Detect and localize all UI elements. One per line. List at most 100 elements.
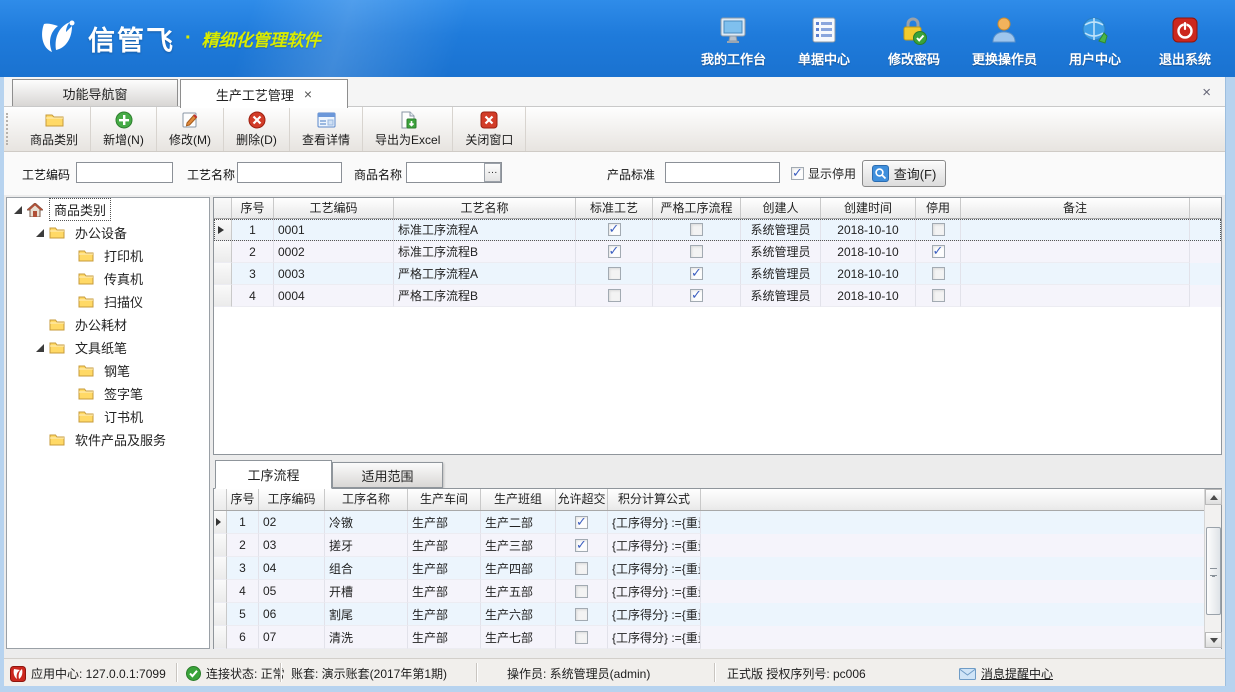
over-delivery-checkbox[interactable]	[575, 539, 588, 552]
menu-item-documents[interactable]: 单据中心	[792, 14, 856, 68]
column-header[interactable]: 允许超交	[556, 489, 608, 510]
column-header[interactable]: 生产车间	[408, 489, 481, 510]
tree-item-marker[interactable]: 签字笔	[7, 382, 209, 405]
process-name-input[interactable]	[237, 162, 342, 183]
view-details-button[interactable]: 查看详情	[290, 107, 363, 151]
process-code-input[interactable]	[76, 162, 173, 183]
tree-item-printer[interactable]: 打印机	[7, 244, 209, 267]
over-delivery-checkbox[interactable]	[575, 562, 588, 575]
column-header[interactable]: 创建时间	[821, 198, 916, 218]
table-row[interactable]: 1 0001 标准工序流程A 系统管理员 2018-10-10	[214, 219, 1221, 241]
show-disabled-checkbox[interactable]: 显示停用	[791, 165, 856, 182]
message-center-link[interactable]: 消息提醒中心	[959, 665, 1053, 682]
column-header[interactable]: 工序名称	[325, 489, 408, 510]
over-delivery-checkbox[interactable]	[575, 608, 588, 621]
tab-step-flow[interactable]: 工序流程	[215, 460, 332, 489]
strict-checkbox[interactable]	[690, 267, 703, 280]
standard-checkbox[interactable]	[608, 267, 621, 280]
tree-item-root[interactable]: 商品类别	[7, 198, 209, 221]
tree-item-stationery[interactable]: 文具纸笔	[7, 336, 209, 359]
standard-checkbox[interactable]	[608, 289, 621, 302]
tree-item-label: 订书机	[100, 406, 147, 427]
table-row[interactable]: 5 06 割尾 生产部 生产六部 {工序得分} :={重量}	[214, 603, 1221, 626]
column-header[interactable]: 积分计算公式	[608, 489, 701, 510]
close-window-button[interactable]: 关闭窗口	[453, 107, 526, 151]
table-row[interactable]: 2 0002 标准工序流程B 系统管理员 2018-10-10	[214, 241, 1221, 263]
delete-button[interactable]: 删除(D)	[224, 107, 290, 151]
menu-item-exit[interactable]: 退出系统	[1153, 14, 1217, 68]
folder-icon	[78, 272, 95, 286]
table-row[interactable]: 4 05 开槽 生产部 生产五部 {工序得分} :={重量}	[214, 580, 1221, 603]
stopped-checkbox[interactable]	[932, 223, 945, 236]
stopped-checkbox[interactable]	[932, 245, 945, 258]
standard-checkbox[interactable]	[608, 223, 621, 236]
tree-item-pen[interactable]: 钢笔	[7, 359, 209, 382]
expander-icon[interactable]	[36, 229, 44, 237]
table-row[interactable]: 1 02 冷镦 生产部 生产二部 {工序得分} :={重量}	[214, 511, 1221, 534]
column-header[interactable]: 标准工艺	[576, 198, 653, 218]
category-button[interactable]: 商品类别	[18, 107, 91, 151]
scroll-down-button[interactable]	[1205, 632, 1222, 648]
folder-icon	[49, 318, 66, 332]
column-header[interactable]: 严格工序流程	[653, 198, 741, 218]
process-grid-header: 序号 工艺编码 工艺名称 标准工艺 严格工序流程 创建人 创建时间 停用 备注	[214, 198, 1221, 219]
add-button[interactable]: 新增(N)	[91, 107, 157, 151]
tree-item-label: 文具纸笔	[71, 337, 131, 358]
strict-checkbox[interactable]	[690, 245, 703, 258]
scrollbar-thumb[interactable]	[1206, 527, 1221, 615]
tree-item-stapler[interactable]: 订书机	[7, 405, 209, 428]
tree-item-scanner[interactable]: 扫描仪	[7, 290, 209, 313]
scroll-up-button[interactable]	[1205, 489, 1222, 505]
over-delivery-checkbox[interactable]	[575, 516, 588, 529]
connection-status: 连接状态: 正常	[186, 665, 285, 682]
query-button[interactable]: 查询(F)	[862, 160, 946, 187]
edit-button[interactable]: 修改(M)	[157, 107, 224, 151]
step-grid-panel: 序号 工序编码 工序名称 生产车间 生产班组 允许超交 积分计算公式 1 02 …	[213, 488, 1222, 649]
stopped-checkbox[interactable]	[932, 267, 945, 280]
tabstrip-close-icon[interactable]: ×	[1202, 84, 1211, 101]
export-excel-button[interactable]: 导出为Excel	[363, 107, 453, 151]
toolbar-grip[interactable]	[6, 113, 16, 145]
tree-item-label: 办公设备	[71, 222, 131, 243]
standard-checkbox[interactable]	[608, 245, 621, 258]
column-header[interactable]: 工艺编码	[274, 198, 394, 218]
table-row[interactable]: 4 0004 严格工序流程B 系统管理员 2018-10-10	[214, 285, 1221, 307]
table-row[interactable]: 3 0003 严格工序流程A 系统管理员 2018-10-10	[214, 263, 1221, 285]
expander-icon[interactable]	[36, 344, 44, 352]
column-header[interactable]: 生产班组	[481, 489, 556, 510]
tab-applicable-scope[interactable]: 适用范围	[332, 462, 443, 488]
menu-item-switch-operator[interactable]: 更换操作员	[972, 14, 1037, 68]
column-header[interactable]: 工艺名称	[394, 198, 576, 218]
product-standard-input[interactable]	[665, 162, 780, 183]
checkbox-icon[interactable]	[791, 167, 804, 180]
column-header[interactable]: 停用	[916, 198, 961, 218]
tree-item-office-equipment[interactable]: 办公设备	[7, 221, 209, 244]
tree-item-office-supplies[interactable]: 办公耗材	[7, 313, 209, 336]
column-header[interactable]: 序号	[227, 489, 259, 510]
over-delivery-checkbox[interactable]	[575, 585, 588, 598]
expander-icon[interactable]	[14, 206, 22, 214]
column-header[interactable]: 创建人	[741, 198, 821, 218]
table-row[interactable]: 3 04 组合 生产部 生产四部 {工序得分} :={重量}	[214, 557, 1221, 580]
column-header[interactable]: 备注	[961, 198, 1190, 218]
table-row[interactable]: 6 07 清洗 生产部 生产七部 {工序得分} :={重量}	[214, 626, 1221, 649]
vertical-scrollbar[interactable]	[1204, 489, 1221, 648]
stopped-checkbox[interactable]	[932, 289, 945, 302]
tree-item-fax[interactable]: 传真机	[7, 267, 209, 290]
tree-item-software[interactable]: 软件产品及服务	[7, 428, 209, 451]
strict-checkbox[interactable]	[690, 223, 703, 236]
documents-icon	[808, 14, 840, 46]
tab-function-navigator[interactable]: 功能导航窗	[12, 79, 178, 106]
menu-item-user-center[interactable]: 用户中心	[1063, 14, 1127, 68]
column-header[interactable]: 序号	[232, 198, 274, 218]
menu-item-password[interactable]: 修改密码	[882, 14, 946, 68]
over-delivery-checkbox[interactable]	[575, 631, 588, 644]
menu-item-workbench[interactable]: 我的工作台	[701, 14, 766, 68]
strict-checkbox[interactable]	[690, 289, 703, 302]
tab-production-process[interactable]: 生产工艺管理 ×	[180, 79, 348, 108]
column-header[interactable]: 工序编码	[259, 489, 325, 510]
table-row[interactable]: 2 03 搓牙 生产部 生产三部 {工序得分} :={重量}	[214, 534, 1221, 557]
tab-close-icon[interactable]: ×	[304, 87, 312, 101]
product-picker-button[interactable]: ···	[484, 163, 501, 182]
app-window: 信管飞 · 精细化管理软件 我的工作台	[0, 0, 1235, 692]
